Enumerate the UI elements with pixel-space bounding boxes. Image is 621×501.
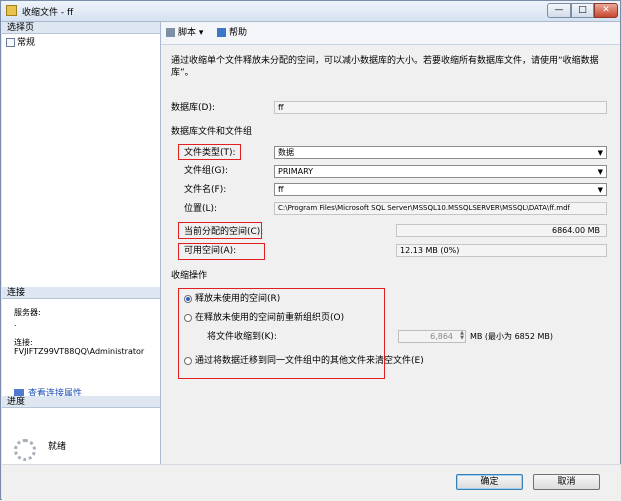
description-text: 通过收缩单个文件释放未分配的空间，可以减小数据库的大小。若要收缩所有数据库文件，…	[171, 56, 599, 78]
allocated-space-field: 6864.00 MB	[396, 224, 607, 237]
script-button[interactable]: 脚本 ▾	[166, 27, 203, 39]
maximize-button[interactable]: □	[571, 3, 594, 18]
server-value: .	[14, 319, 17, 328]
connection-value: FVJIFTZ99VT88QQ\Administrator	[14, 347, 145, 356]
shrink-action-title: 收缩操作	[171, 271, 208, 281]
progress-status: 就绪	[48, 442, 67, 452]
progress-header: 进度	[2, 396, 160, 408]
filegroup-label: 文件组(G):	[184, 166, 229, 176]
help-icon	[217, 28, 226, 37]
database-icon	[6, 5, 17, 16]
file-type-highlight	[178, 144, 241, 160]
help-label: 帮助	[229, 28, 248, 38]
database-field: ff	[274, 101, 607, 114]
available-space-highlight	[178, 243, 265, 260]
main-pane: 脚本 ▾ 帮助 通过收缩单个文件释放未分配的空间，可以减小数据库的大小。若要收缩…	[161, 22, 620, 464]
minimize-button[interactable]: —	[547, 3, 571, 18]
progress-spinner-icon	[14, 439, 36, 461]
toolbar: 脚本 ▾ 帮助	[161, 22, 620, 45]
option-reorganize[interactable]: 在释放未使用的空间前重新组织页(O)	[184, 312, 344, 324]
location-label: 位置(L):	[184, 204, 218, 214]
option-empty-file[interactable]: 通过将数据迁移到同一文件组中的其他文件来清空文件(E)	[184, 355, 424, 367]
button-bar: 确定 取消	[2, 464, 621, 501]
file-type-select[interactable]: 数据 ▼	[274, 146, 607, 159]
radio-release[interactable]	[184, 294, 192, 303]
stepper-arrows-icon[interactable]: ▲ ▼	[460, 331, 464, 341]
database-label: 数据库(D):	[171, 103, 215, 113]
chevron-down-icon: ▼	[597, 168, 603, 176]
window-title: 收缩文件 - ff	[22, 8, 74, 18]
ok-button[interactable]: 确定	[456, 474, 523, 490]
page-icon	[6, 38, 15, 47]
chevron-down-icon[interactable]: ▾	[199, 28, 204, 38]
radio-empty[interactable]	[184, 356, 192, 365]
shrink-file-dialog: 收缩文件 - ff — □ ✕ 选择页 常规 连接 服务器: . 连接: FVJ…	[0, 0, 621, 501]
filegroup-select[interactable]: PRIMARY ▼	[274, 165, 607, 178]
option-release-unused[interactable]: 释放未使用的空间(R)	[184, 293, 280, 305]
close-button[interactable]: ✕	[594, 3, 618, 18]
shrink-to-value: 6,864	[430, 332, 453, 341]
script-label: 脚本	[178, 28, 197, 38]
shrink-to-stepper[interactable]: 6,864 ▲ ▼	[398, 330, 466, 343]
title-bar[interactable]: 收缩文件 - ff — □ ✕	[1, 1, 620, 22]
available-space-field: 12.13 MB (0%)	[396, 244, 607, 257]
allocated-space-highlight	[178, 222, 262, 239]
nav-item-general[interactable]: 常规	[6, 37, 35, 49]
location-field: C:\Program Files\Microsoft SQL Server\MS…	[274, 202, 607, 215]
select-page-header: 选择页	[2, 22, 160, 34]
chevron-down-icon: ▼	[597, 186, 603, 194]
shrink-to-unit: MB (最小为 6852 MB)	[470, 332, 554, 341]
cancel-button[interactable]: 取消	[533, 474, 600, 490]
chevron-down-icon: ▼	[597, 149, 603, 157]
file-name-select[interactable]: ff ▼	[274, 183, 607, 196]
nav-item-label: 常规	[17, 38, 36, 48]
connection-header: 连接	[2, 287, 160, 299]
option-empty-label: 通过将数据迁移到同一文件组中的其他文件来清空文件(E)	[195, 356, 424, 366]
filegroup-value: PRIMARY	[278, 167, 314, 176]
shrink-to-label: 将文件收缩到(K):	[207, 332, 277, 342]
option-release-label: 释放未使用的空间(R)	[195, 294, 281, 304]
option-reorganize-label: 在释放未使用的空间前重新组织页(O)	[195, 313, 345, 323]
server-label: 服务器:	[14, 308, 41, 317]
left-pane: 选择页 常规 连接 服务器: . 连接: FVJIFTZ99VT88QQ\Adm…	[2, 22, 161, 464]
file-name-value: ff	[278, 185, 284, 194]
script-icon	[166, 28, 175, 37]
file-name-label: 文件名(F):	[184, 185, 227, 195]
radio-reorganize[interactable]	[184, 313, 192, 322]
file-type-value: 数据	[278, 148, 294, 157]
help-button[interactable]: 帮助	[217, 27, 247, 39]
files-group-title: 数据库文件和文件组	[171, 127, 253, 137]
